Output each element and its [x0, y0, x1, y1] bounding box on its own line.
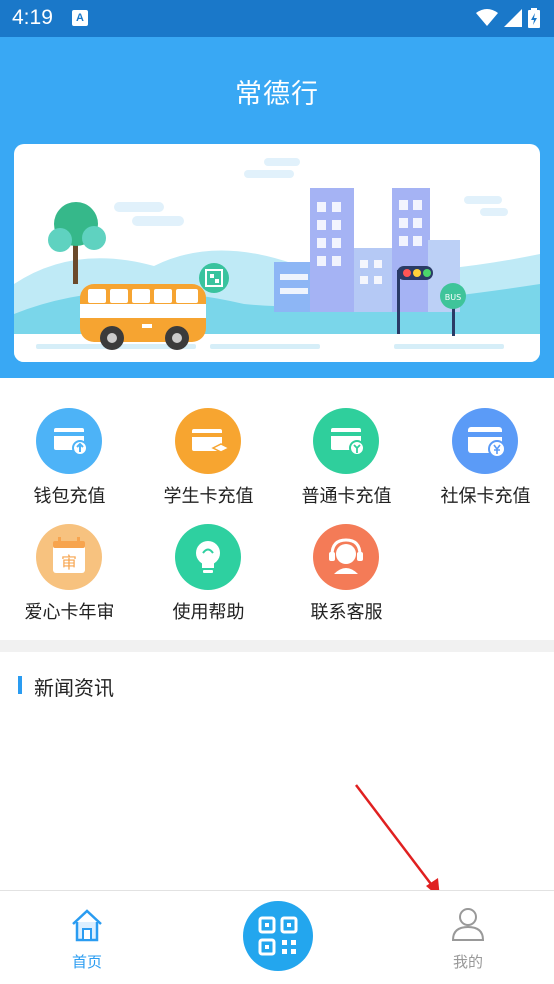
review-glyph: 审 [61, 553, 77, 572]
home-icon [72, 909, 102, 942]
battery-icon [528, 8, 540, 28]
menu-customer-service[interactable]: 联系客服 [277, 494, 416, 623]
bus-stop-sign: BUS [445, 293, 461, 302]
menu-social-security-card-recharge[interactable]: 社保卡充值 [416, 378, 554, 507]
status-icons [476, 7, 540, 29]
bottom-tab-bar: 首页 我的 [0, 890, 554, 984]
menu-usage-help[interactable]: 使用帮助 [139, 494, 278, 623]
qr-code-icon [258, 916, 298, 956]
annual-review-icon: 审 [36, 524, 102, 590]
menu-label: 使用帮助 [172, 602, 245, 623]
menu-regular-card-recharge[interactable]: 普通卡充值 [277, 378, 416, 507]
wifi-icon [476, 9, 498, 26]
qr-code-button[interactable] [243, 901, 313, 971]
menu-label: 社保卡充值 [440, 486, 531, 507]
menu-student-card-recharge[interactable]: 学生卡充值 [139, 378, 278, 507]
status-time: 4:19 [12, 6, 53, 29]
help-bulb-icon [175, 524, 241, 590]
tab-mine-label: 我的 [452, 953, 483, 971]
menu-wallet-recharge[interactable]: 钱包充值 [0, 378, 139, 507]
student-card-icon [175, 408, 241, 474]
menu-label: 联系客服 [310, 602, 383, 623]
function-menu: 钱包充值 学生卡充值 普通卡充值 社保卡充值 审 爱心卡年审 使用帮助 联系客服 [0, 378, 554, 640]
wallet-recharge-icon [36, 408, 102, 474]
tab-home-label: 首页 [71, 953, 102, 971]
home-banner[interactable]: BUS [14, 144, 540, 362]
tab-home[interactable]: 首页 [27, 891, 147, 984]
menu-label: 爱心卡年审 [24, 602, 115, 623]
signal-icon [504, 9, 522, 27]
notification-badge: A [72, 10, 88, 26]
section-divider [0, 640, 554, 652]
app-title: 常德行 [235, 79, 319, 110]
tab-mine[interactable]: 我的 [408, 891, 528, 984]
customer-service-icon [313, 524, 379, 590]
regular-card-icon [313, 408, 379, 474]
news-section-header: 新闻资讯 [0, 652, 554, 718]
annotation-arrow [355, 784, 440, 898]
news-title: 新闻资讯 [34, 676, 114, 700]
menu-love-card-annual-review[interactable]: 审 爱心卡年审 [0, 494, 139, 623]
user-icon [451, 908, 485, 941]
status-bar: 4:19 A [0, 0, 554, 37]
social-security-card-icon [452, 408, 518, 474]
news-accent-bar [18, 676, 22, 694]
city-bus-illustration: BUS [14, 158, 540, 362]
